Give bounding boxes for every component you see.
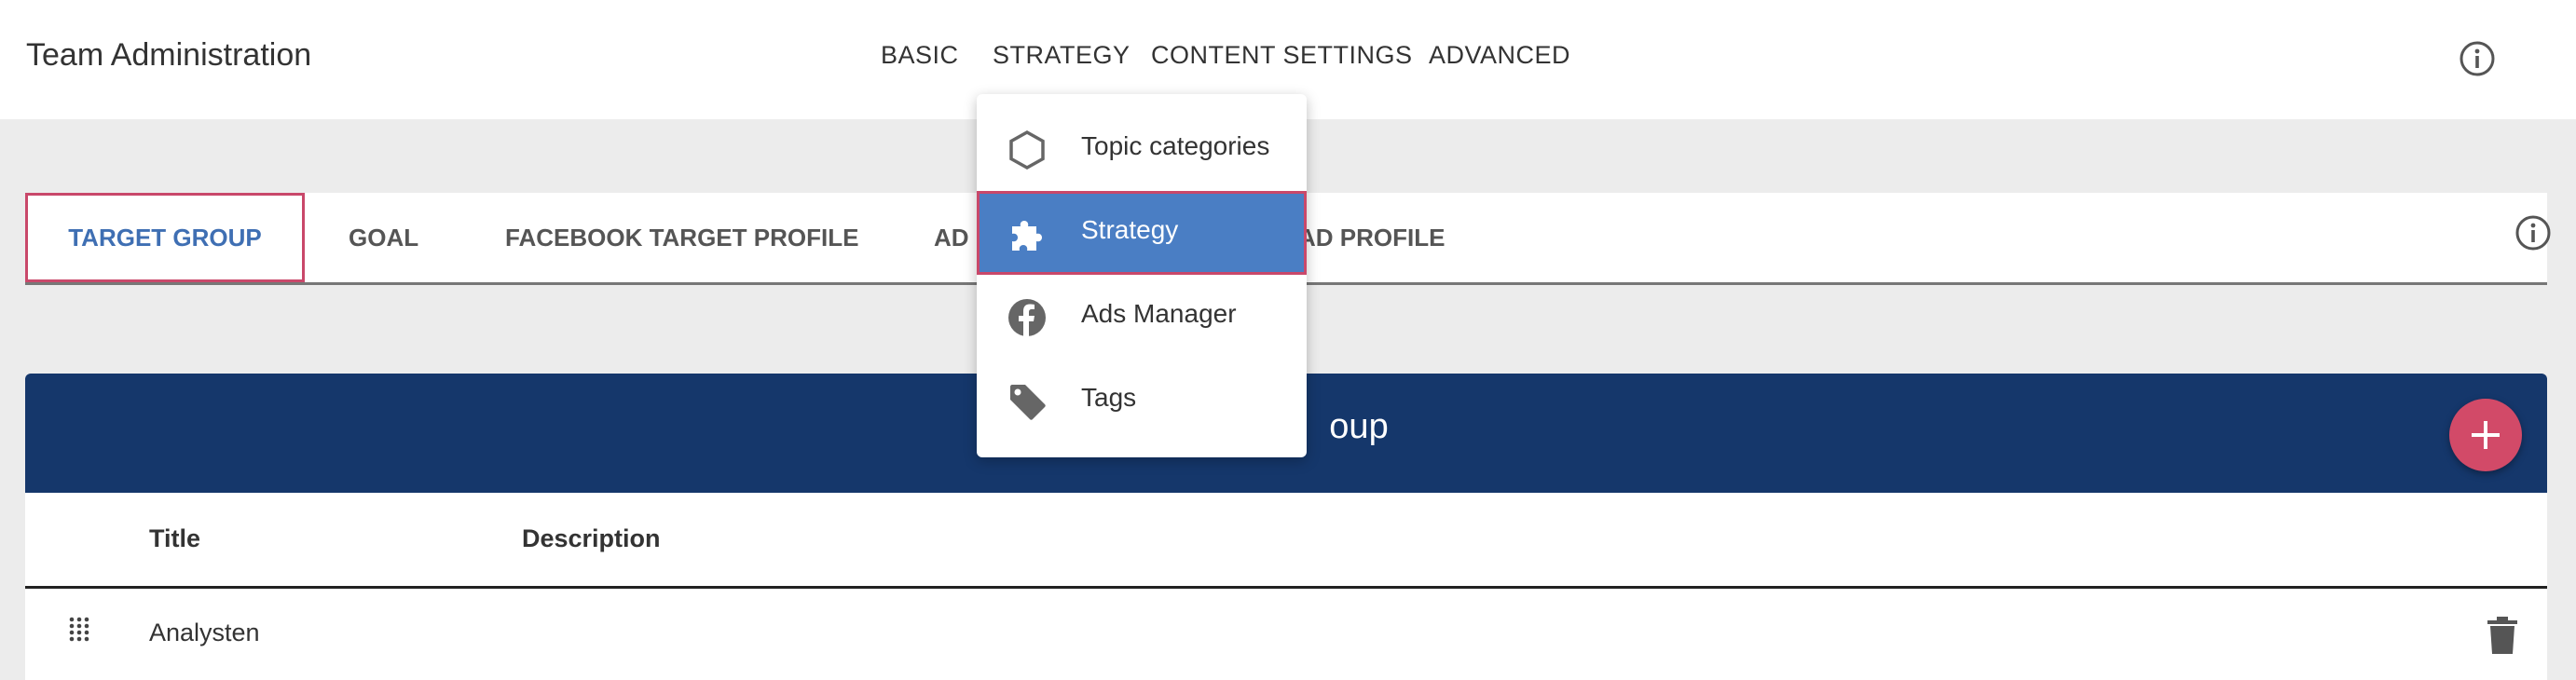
strategy-dropdown-menu: Topic categories Strategy Ads Manager Ta… [977, 94, 1307, 457]
puzzle-icon [1007, 213, 1048, 254]
info-icon[interactable] [2459, 40, 2496, 77]
menu-item-label: Ads Manager [1081, 299, 1237, 328]
subtab-ad-profile[interactable]: AD PROFILE [1298, 193, 1445, 282]
facebook-icon [1007, 297, 1048, 338]
column-header-description[interactable]: Description [522, 524, 661, 553]
panel-title-text: oup [1329, 407, 1389, 446]
menu-item-topic-categories[interactable]: Topic categories [977, 107, 1307, 191]
menu-item-label: Strategy [1081, 215, 1179, 244]
column-header-title[interactable]: Title [149, 524, 200, 553]
drag-handle-icon[interactable] [66, 616, 92, 642]
topnav-strategy[interactable]: STRATEGY [993, 41, 1130, 70]
menu-item-label: Tags [1081, 383, 1137, 412]
app-title: Team Administration [26, 37, 312, 73]
menu-item-strategy[interactable]: Strategy [977, 191, 1307, 275]
subtab-goal[interactable]: GOAL [349, 193, 418, 282]
plus-icon [2472, 421, 2500, 449]
topnav-content-settings[interactable]: CONTENT SETTINGS [1151, 41, 1413, 70]
info-icon[interactable] [2514, 214, 2552, 252]
subtab-target-group[interactable]: TARGET GROUP [25, 193, 305, 282]
data-table: Title Description Analysten [25, 493, 2547, 680]
subtab-facebook-target-profile[interactable]: FACEBOOK TARGET PROFILE [505, 193, 858, 282]
hexagon-icon [1007, 129, 1048, 170]
add-button[interactable] [2449, 399, 2522, 471]
row-title: Analysten [149, 619, 260, 646]
menu-item-tags[interactable]: Tags [977, 359, 1307, 442]
topnav-basic[interactable]: BASIC [881, 41, 959, 70]
tag-icon [1007, 381, 1048, 422]
header-divider [25, 586, 2547, 589]
subtab-ad[interactable]: AD [934, 193, 969, 282]
menu-item-ads-manager[interactable]: Ads Manager [977, 275, 1307, 359]
trash-icon[interactable] [2486, 616, 2519, 655]
topnav-advanced[interactable]: ADVANCED [1429, 41, 1570, 70]
menu-item-label: Topic categories [1081, 131, 1270, 160]
